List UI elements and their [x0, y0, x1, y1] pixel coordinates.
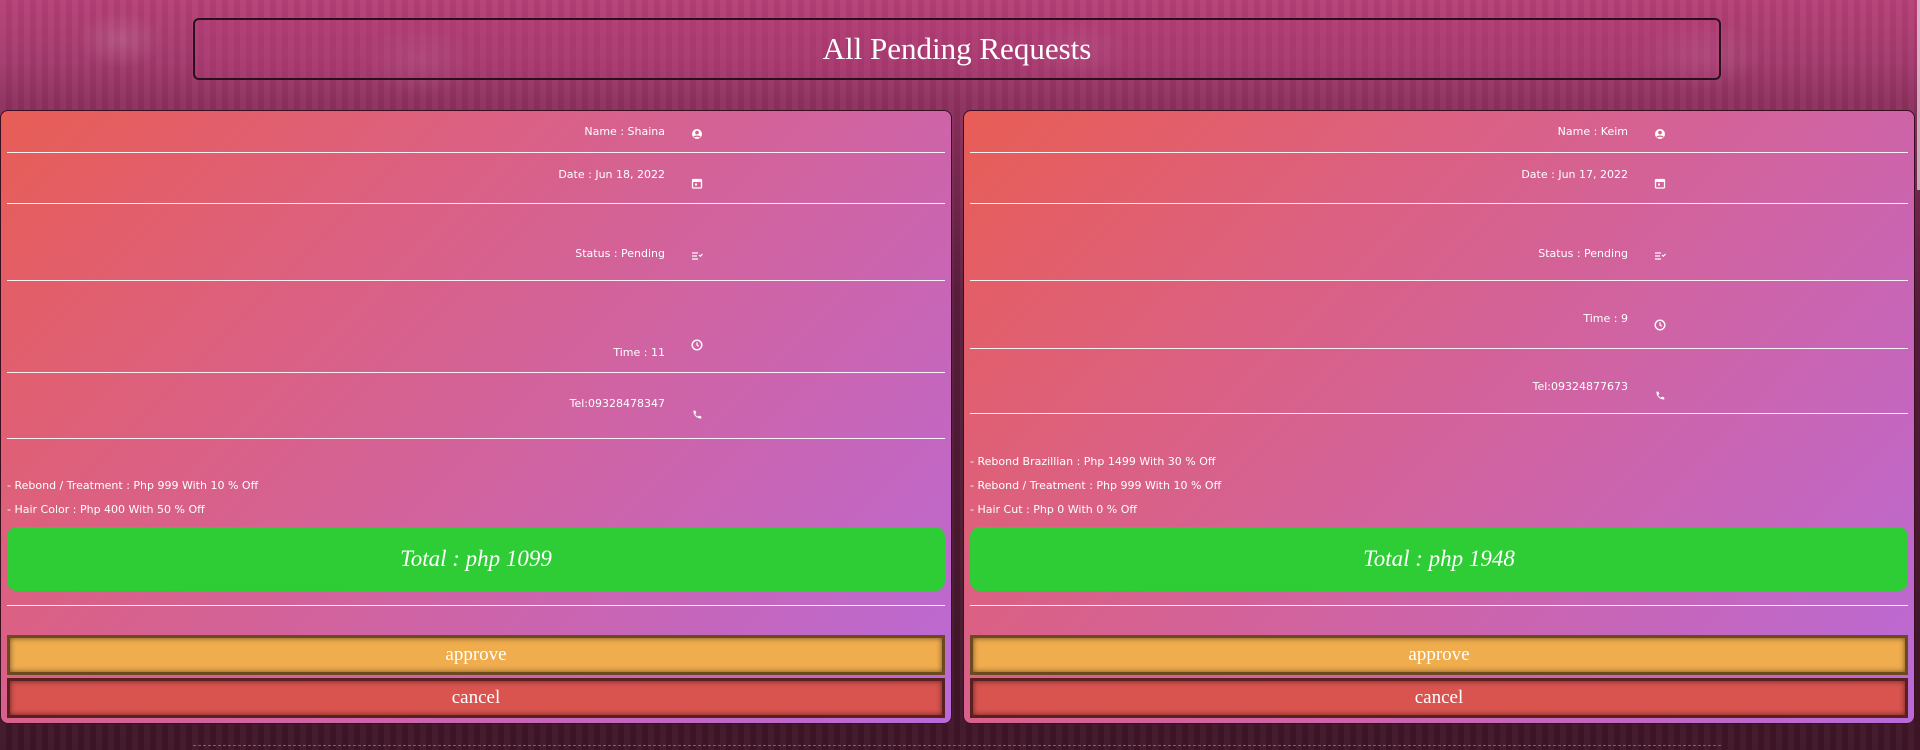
phone-icon [1654, 387, 1666, 400]
tel-row: Tel:09328478347 [7, 372, 945, 439]
divider [7, 605, 945, 606]
time-row: Time : 11 [7, 280, 945, 373]
name-label: Name : Shaina [584, 125, 665, 138]
name-label: Name : Keim [1557, 125, 1628, 138]
cancel-button[interactable]: cancel [7, 678, 945, 718]
service-item: - Rebond / Treatment : Php 999 With 10 %… [970, 479, 1222, 492]
status-row: Status : Pending [970, 203, 1908, 281]
date-label: Date : Jun 17, 2022 [1521, 168, 1628, 181]
total-amount: Total : php 1948 [970, 527, 1908, 591]
date-row: Date : Jun 18, 2022 [7, 152, 945, 204]
service-item: - Rebond Brazillian : Php 1499 With 30 %… [970, 455, 1216, 468]
time-label: Time : 11 [613, 346, 665, 359]
request-card: Name : Keim Date : Jun 17, 2022 Status :… [963, 110, 1915, 724]
tel-label: Tel:09328478347 [569, 397, 665, 410]
service-item: - Hair Color : Php 400 With 50 % Off [7, 503, 205, 516]
status-label: Status : Pending [1538, 247, 1628, 260]
clock-icon [691, 336, 703, 351]
list-check-icon [691, 247, 703, 260]
list-check-icon [1654, 247, 1666, 260]
user-icon [691, 125, 703, 139]
tel-label: Tel:09324877673 [1532, 380, 1628, 393]
time-label: Time : 9 [1583, 312, 1628, 325]
service-item: - Rebond / Treatment : Php 999 With 10 %… [7, 479, 259, 492]
date-label: Date : Jun 18, 2022 [558, 168, 665, 181]
name-row: Name : Shaina [7, 111, 945, 153]
request-card: Name : Shaina Date : Jun 18, 2022 Status… [0, 110, 952, 724]
page-header: All Pending Requests [193, 18, 1721, 80]
user-icon [1654, 125, 1666, 139]
time-row: Time : 9 [970, 280, 1908, 349]
status-row: Status : Pending [7, 203, 945, 281]
name-row: Name : Keim [970, 111, 1908, 153]
approve-button[interactable]: approve [7, 635, 945, 675]
date-row: Date : Jun 17, 2022 [970, 152, 1908, 204]
next-section-edge [193, 745, 1721, 750]
total-amount: Total : php 1099 [7, 527, 945, 591]
cancel-button[interactable]: cancel [970, 678, 1908, 718]
clock-icon [1654, 316, 1666, 331]
tel-row: Tel:09324877673 [970, 348, 1908, 414]
approve-button[interactable]: approve [970, 635, 1908, 675]
page-title: All Pending Requests [822, 31, 1092, 66]
calendar-icon [691, 174, 703, 189]
calendar-icon [1654, 174, 1666, 189]
service-item: - Hair Cut : Php 0 With 0 % Off [970, 503, 1137, 516]
divider [970, 605, 1908, 606]
phone-icon [691, 406, 703, 419]
status-label: Status : Pending [575, 247, 665, 260]
